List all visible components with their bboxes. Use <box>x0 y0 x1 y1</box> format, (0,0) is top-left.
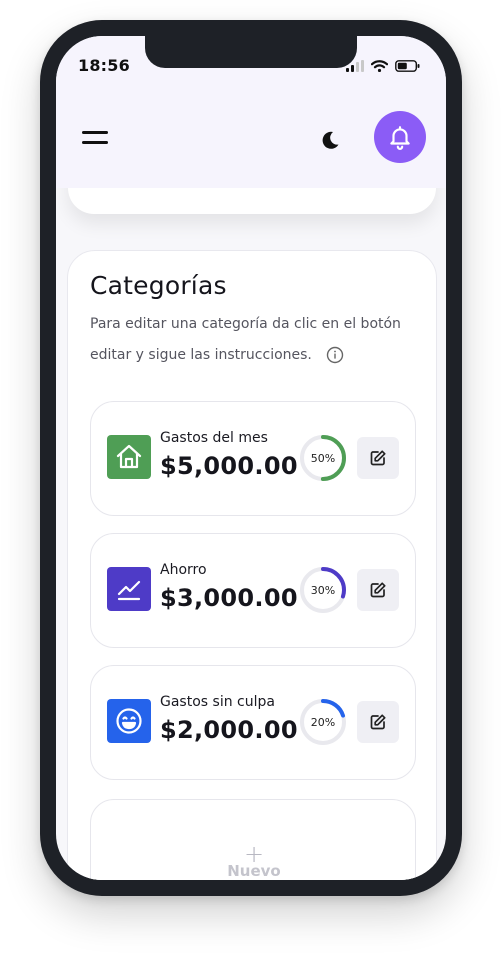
hamburger-icon[interactable] <box>82 128 110 148</box>
previous-card <box>68 188 436 214</box>
info-icon[interactable] <box>326 346 344 364</box>
bell-icon <box>390 126 410 150</box>
category-amount: $3,000.00 <box>160 584 298 612</box>
edit-button[interactable] <box>357 569 399 611</box>
progress-label: 50% <box>310 451 336 465</box>
category-item[interactable]: Gastos del mes $5,000.00 50% <box>90 401 416 516</box>
categories-title: Categorías <box>90 271 227 300</box>
new-category-button[interactable]: + Nuevo <box>90 799 416 880</box>
category-item[interactable]: Gastos sin culpa $2,000.00 20% <box>90 665 416 780</box>
edit-icon <box>370 714 386 730</box>
new-category-label: Nuevo <box>227 862 281 880</box>
edit-icon <box>370 582 386 598</box>
status-time: 18:56 <box>78 56 130 75</box>
category-label: Gastos sin culpa <box>160 694 275 710</box>
progress-label: 20% <box>310 715 336 729</box>
home-icon <box>107 435 151 479</box>
progress-label: 30% <box>310 583 336 597</box>
category-label: Gastos del mes <box>160 430 268 446</box>
category-amount: $2,000.00 <box>160 716 298 744</box>
battery-icon <box>395 60 420 72</box>
description-text: Para editar una categoría da clic en el … <box>90 316 401 363</box>
notifications-button[interactable] <box>374 111 426 163</box>
category-label: Ahorro <box>160 562 207 578</box>
notch <box>145 36 357 68</box>
category-amount: $5,000.00 <box>160 452 298 480</box>
phone-frame: 18:56 Categorías Para editar una categor… <box>40 20 462 896</box>
categories-description: Para editar una categoría da clic en el … <box>90 309 410 371</box>
category-item[interactable]: Ahorro $3,000.00 30% <box>90 533 416 648</box>
content-scroll[interactable]: Categorías Para editar una categoría da … <box>56 188 446 880</box>
trend-up-icon <box>107 567 151 611</box>
edit-button[interactable] <box>357 701 399 743</box>
wifi-icon <box>371 60 388 72</box>
phone-screen: 18:56 Categorías Para editar una categor… <box>56 36 446 880</box>
edit-icon <box>370 450 386 466</box>
categories-card: Categorías Para editar una categoría da … <box>67 250 437 880</box>
status-icons <box>346 60 420 72</box>
smile-icon <box>107 699 151 743</box>
moon-icon[interactable] <box>320 130 340 150</box>
edit-button[interactable] <box>357 437 399 479</box>
